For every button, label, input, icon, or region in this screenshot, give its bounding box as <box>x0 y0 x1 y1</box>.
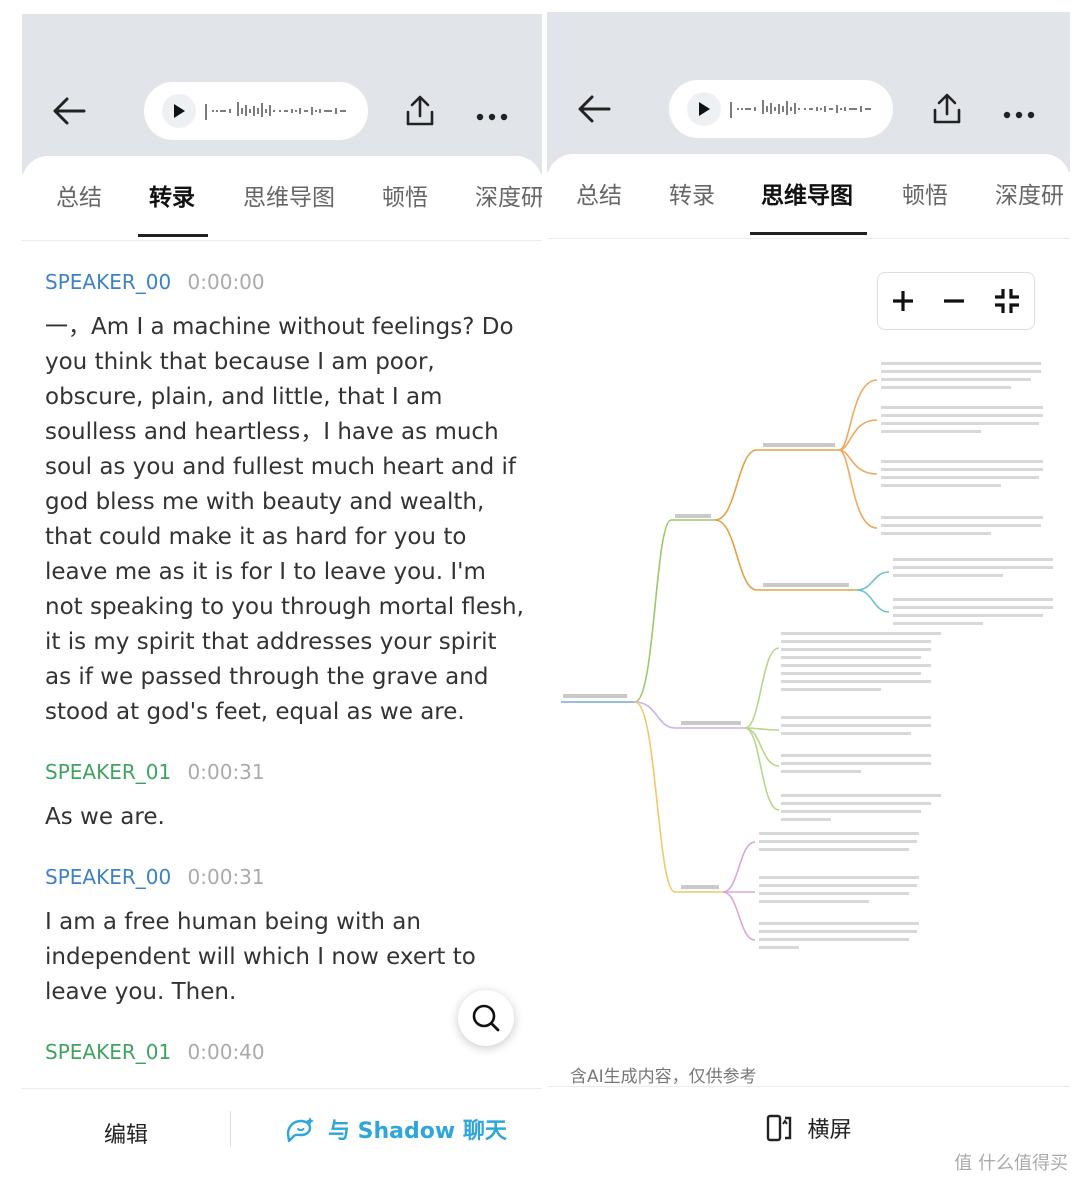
tab-bar: 总结 转录 思维导图 顿悟 深度研 <box>547 154 1070 239</box>
zoom-out-icon[interactable] <box>942 289 966 313</box>
bottom-bar: 编辑 与 Shadow 聊天 <box>22 1088 542 1169</box>
transcript-screen: 总结 转录 思维导图 顿悟 深度研 SPEAKER_00 0:00:00 一，A… <box>22 14 542 1169</box>
speaker-label[interactable]: SPEAKER_00 <box>45 270 171 294</box>
transcript-list: SPEAKER_00 0:00:00 一，Am I a machine with… <box>45 270 525 1080</box>
speaker-label[interactable]: SPEAKER_01 <box>45 1040 171 1064</box>
tab-insight[interactable]: 顿悟 <box>382 178 428 212</box>
timestamp[interactable]: 0:00:31 <box>188 865 265 889</box>
zoom-controls <box>877 272 1035 330</box>
tab-summary[interactable]: 总结 <box>576 176 622 210</box>
chat-with-shadow-button[interactable]: 与 Shadow 聊天 <box>284 1113 507 1145</box>
play-icon[interactable] <box>687 92 721 126</box>
ai-disclaimer: 含AI生成内容，仅供参考 <box>570 1067 757 1087</box>
search-button[interactable] <box>458 990 514 1046</box>
play-icon[interactable] <box>162 94 196 128</box>
share-icon[interactable] <box>404 94 436 132</box>
utterance-text: As we are. <box>45 804 165 830</box>
tab-mindmap[interactable]: 思维导图 <box>243 178 335 212</box>
tab-bar: 总结 转录 思维导图 顿悟 深度研 <box>22 156 542 241</box>
utterance-text: 一，Am I a machine without feelings? Do yo… <box>45 314 524 725</box>
mindmap-screen: 总结 转录 思维导图 顿悟 深度研 含AI生成内容，仅供参考 横屏 <box>547 12 1070 1169</box>
rotate-screen-icon <box>767 1114 792 1142</box>
tab-deep-research[interactable]: 深度研 <box>995 176 1064 210</box>
back-arrow-icon[interactable] <box>577 94 611 128</box>
timestamp[interactable]: 0:00:40 <box>188 1040 265 1064</box>
zoom-in-icon[interactable] <box>891 289 915 313</box>
speaker-label[interactable]: SPEAKER_00 <box>45 865 171 889</box>
divider <box>230 1111 231 1147</box>
audio-player[interactable] <box>669 80 893 138</box>
more-icon[interactable] <box>1003 104 1035 123</box>
active-tab-indicator <box>750 232 867 235</box>
tab-summary[interactable]: 总结 <box>56 178 102 212</box>
watermark: 值 什么值得买 <box>954 1149 1068 1175</box>
tab-mindmap[interactable]: 思维导图 <box>761 176 853 210</box>
timestamp[interactable]: 0:00:00 <box>188 270 265 294</box>
utterance-text: I am a free human being with an independ… <box>45 909 476 1005</box>
list-item: SPEAKER_00 0:00:00 一，Am I a machine with… <box>45 270 525 730</box>
list-item: SPEAKER_01 0:00:31 As we are. <box>45 760 525 835</box>
search-icon <box>472 1004 500 1032</box>
active-tab-indicator <box>138 234 208 237</box>
back-arrow-icon[interactable] <box>52 96 86 130</box>
tab-transcript[interactable]: 转录 <box>149 178 195 212</box>
speaker-label[interactable]: SPEAKER_01 <box>45 760 171 784</box>
tab-transcript[interactable]: 转录 <box>669 176 715 210</box>
mindmap-canvas[interactable] <box>547 332 1070 972</box>
waveform-icon[interactable] <box>204 96 354 126</box>
tab-insight[interactable]: 顿悟 <box>902 176 948 210</box>
landscape-label: 横屏 <box>807 1118 852 1143</box>
watermark-text: 值 什么值得买 <box>954 1153 1068 1174</box>
edit-button[interactable]: 编辑 <box>104 1117 148 1149</box>
shadow-chat-icon <box>286 1117 314 1143</box>
list-item: SPEAKER_00 0:00:31 I am a free human bei… <box>45 865 525 1010</box>
fit-screen-icon[interactable] <box>993 287 1021 315</box>
audio-player[interactable] <box>144 82 368 140</box>
more-icon[interactable] <box>476 106 508 125</box>
chat-button-label: 与 Shadow 聊天 <box>328 1119 507 1144</box>
list-item: SPEAKER_01 0:00:40 <box>45 1040 525 1064</box>
waveform-icon[interactable] <box>729 94 879 124</box>
share-icon[interactable] <box>931 92 963 130</box>
timestamp[interactable]: 0:00:31 <box>188 760 265 784</box>
tab-deep-research[interactable]: 深度研 <box>475 178 542 212</box>
